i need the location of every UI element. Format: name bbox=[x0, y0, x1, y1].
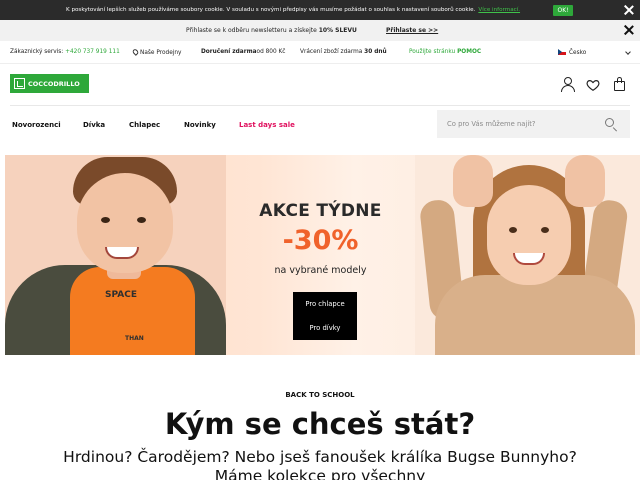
coccodrillo-logo[interactable]: COCCODRILLO bbox=[10, 74, 89, 93]
cookie-more-info-link[interactable]: Více informací. bbox=[478, 7, 520, 13]
free-delivery-bold: Doručení zdarma bbox=[201, 49, 257, 55]
free-delivery-rest: od 800 Kč bbox=[256, 49, 286, 55]
promo-buttons: Pro chlapce Pro dívky bbox=[293, 292, 357, 340]
chevron-down-icon[interactable] bbox=[625, 49, 631, 55]
newsletter-text: Přihlaste se k odběru newsletteru a získ… bbox=[186, 27, 317, 34]
nav-item-last-days-sale[interactable]: Last days sale bbox=[239, 121, 295, 129]
search-input[interactable] bbox=[437, 110, 607, 138]
nav-item-novorozenci[interactable]: Novorozenci bbox=[12, 121, 61, 129]
cookie-text-wrap: K poskytování lepších služeb používáme s… bbox=[66, 7, 520, 13]
stores-link[interactable]: Naše Prodejny bbox=[131, 48, 182, 56]
promo-discount: -30% bbox=[282, 225, 359, 256]
back-to-school-section: BACK TO SCHOOL Kým se chceš stát? Hrdino… bbox=[0, 355, 640, 480]
cookie-bar: K poskytování lepších služeb používáme s… bbox=[0, 0, 640, 20]
country-label: Česko bbox=[569, 50, 587, 56]
returns-bold: 30 dnů bbox=[364, 49, 387, 55]
promo-title: AKCE TÝDNE bbox=[259, 201, 382, 221]
customer-service: Zákaznický servis: +420 737 919 111 bbox=[10, 49, 120, 55]
promo-text-block: AKCE TÝDNE -30% na vybrané modely Pro ch… bbox=[226, 155, 415, 355]
stores-label: Naše Prodejny bbox=[140, 50, 182, 56]
user-icon[interactable] bbox=[561, 77, 575, 92]
heart-icon[interactable] bbox=[586, 77, 600, 91]
newsletter-text-wrap: Přihlaste se k odběru newsletteru a získ… bbox=[186, 27, 357, 34]
promo-subtitle: na vybrané modely bbox=[274, 265, 367, 276]
info-bar: Zákaznický servis: +420 737 919 111 Naše… bbox=[0, 41, 640, 64]
help-text: Použijte stránku bbox=[409, 49, 456, 55]
for-boys-button[interactable]: Pro chlapce bbox=[293, 292, 357, 316]
returns-text: Vrácení zboží zdarma bbox=[300, 49, 363, 55]
section-paragraph-line-1: Hrdinou? Čarodějem? Nebo jseš fanoušek k… bbox=[63, 448, 577, 466]
customer-service-phone[interactable]: +420 737 919 111 bbox=[65, 49, 120, 55]
help-bold: POMOC bbox=[457, 49, 482, 55]
for-girls-button[interactable]: Pro dívky bbox=[293, 316, 357, 340]
returns-info: Vrácení zboží zdarma 30 dnů bbox=[300, 49, 387, 55]
newsletter-highlight: 10% SLEVU bbox=[318, 27, 357, 34]
cookie-text: K poskytování lepších služeb používáme s… bbox=[66, 7, 476, 13]
section-kicker: BACK TO SCHOOL bbox=[285, 391, 355, 399]
shirt-print: SPACE bbox=[105, 290, 137, 300]
cookie-close-icon[interactable] bbox=[622, 4, 636, 18]
cookie-ok-button[interactable]: OK! bbox=[553, 5, 573, 16]
shirt-print-2: THAN bbox=[125, 335, 144, 342]
customer-service-label: Zákaznický servis: bbox=[10, 49, 64, 55]
main-nav: Novorozenci Dívka Chlapec Novinky Last d… bbox=[0, 106, 640, 150]
free-delivery-info: Doručení zdarmaod 800 Kč bbox=[201, 49, 286, 55]
newsletter-close-icon[interactable] bbox=[622, 24, 636, 38]
girl-photo bbox=[415, 155, 640, 355]
section-headline: Kým se chceš stát? bbox=[164, 407, 476, 441]
search-box bbox=[437, 110, 630, 138]
czech-flag-icon bbox=[558, 49, 566, 55]
newsletter-signup-link[interactable]: Přihlaste se >> bbox=[386, 27, 438, 34]
logo-text: COCCODRILLO bbox=[28, 79, 80, 88]
section-paragraph: Hrdinou? Čarodějem? Nebo jseš fanoušek k… bbox=[0, 448, 640, 480]
location-pin-icon bbox=[131, 48, 140, 56]
help-link[interactable]: Použijte stránku POMOC bbox=[409, 49, 481, 55]
newsletter-bar: Přihlaste se k odběru newsletteru a získ… bbox=[0, 20, 640, 41]
nav-item-novinky[interactable]: Novinky bbox=[184, 121, 216, 129]
boy-photo: SPACE THAN bbox=[5, 155, 226, 355]
promo-banner[interactable]: SPACE THAN AKCE TÝDNE -30% na vybrané mo… bbox=[5, 155, 640, 355]
nav-item-divka[interactable]: Dívka bbox=[83, 121, 105, 129]
site-header: COCCODRILLO bbox=[0, 64, 640, 106]
country-selector[interactable]: Česko bbox=[558, 49, 586, 56]
nav-item-chlapec[interactable]: Chlapec bbox=[129, 121, 160, 129]
logo-mark-icon bbox=[14, 78, 25, 89]
bag-icon[interactable] bbox=[613, 77, 627, 91]
search-icon[interactable] bbox=[605, 118, 619, 132]
section-paragraph-line-2: Máme kolekce pro všechny bbox=[214, 467, 426, 480]
